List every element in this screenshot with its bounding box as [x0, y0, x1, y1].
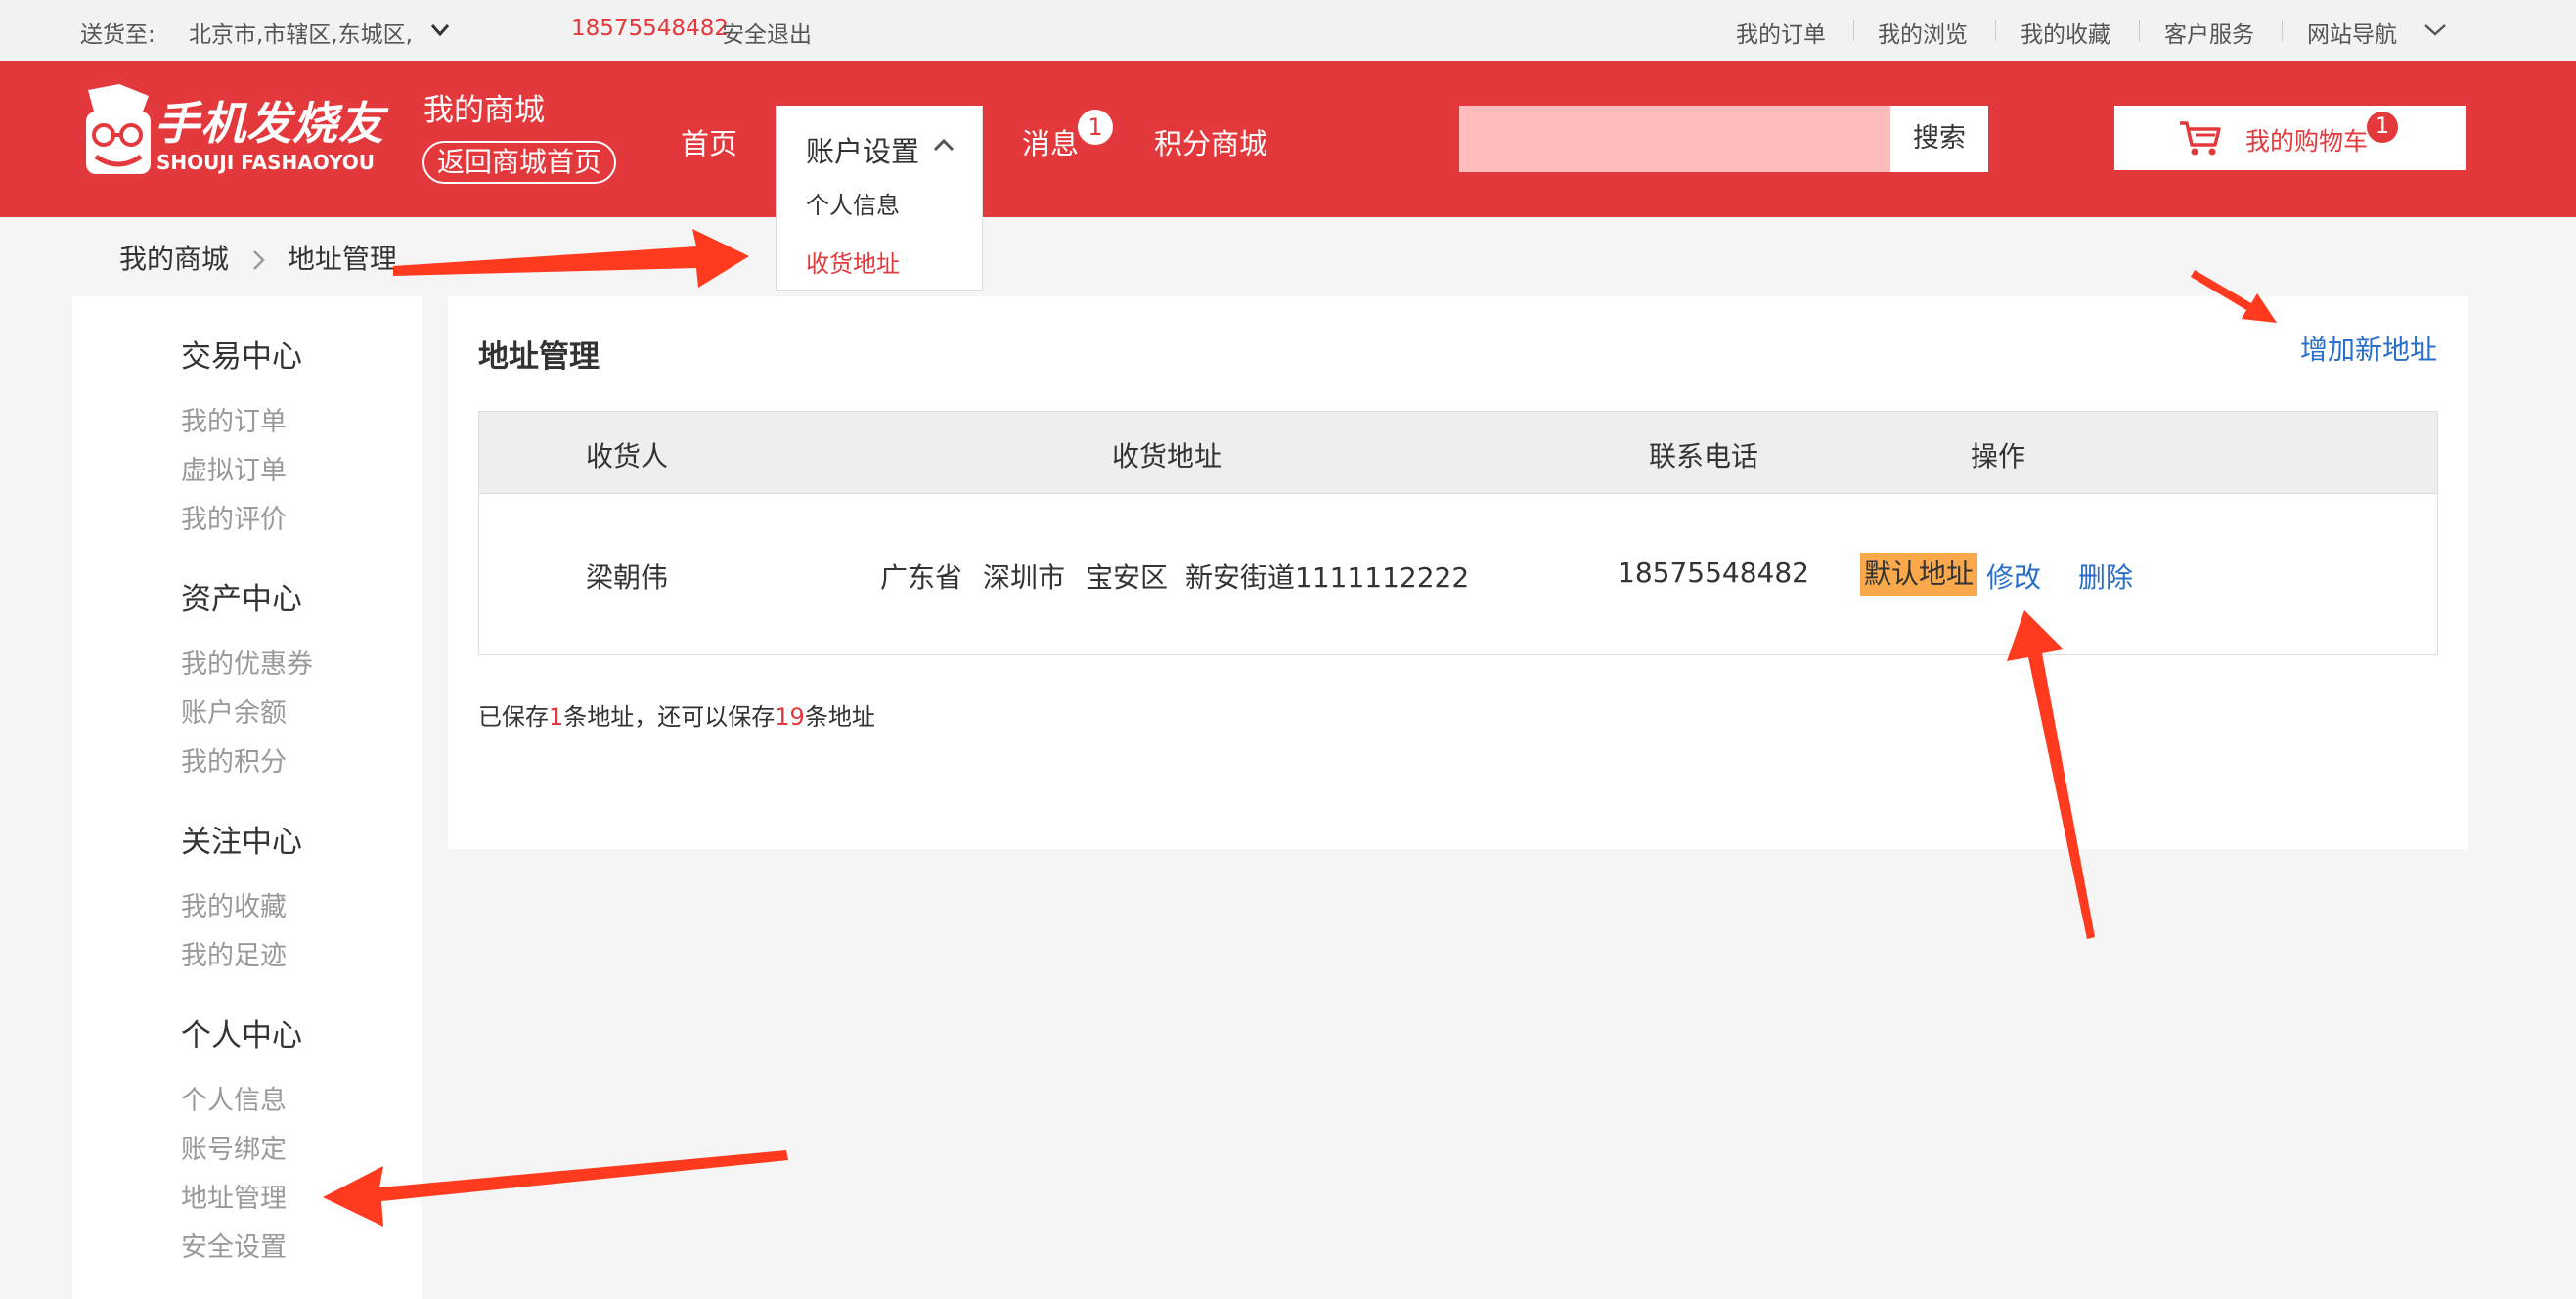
column-header-actions: 操作 [1971, 440, 2026, 472]
divider [1995, 20, 1996, 41]
header: 手机发烧友 SHOUJI FASHAOYOU 我的商城 返回商城首页 首页 消息… [0, 61, 2576, 217]
sidebar: 交易中心 我的订单 虚拟订单 我的评价 资产中心 我的优惠券 账户余额 我的积分… [72, 296, 422, 1299]
page-title: 地址管理 [478, 339, 600, 375]
default-address-badge: 默认地址 [1860, 553, 1978, 596]
add-address-link[interactable]: 增加新地址 [2300, 329, 2437, 368]
ship-to-location[interactable]: 北京市,市辖区,东城区, [189, 16, 413, 49]
sidebar-item-account-binding[interactable]: 账号绑定 [181, 1128, 287, 1166]
logout-link[interactable]: 安全退出 [722, 16, 812, 49]
edit-address-link[interactable]: 修改 [1986, 557, 2041, 596]
breadcrumb: 我的商城 地址管理 [119, 238, 397, 277]
column-header-phone: 联系电话 [1649, 440, 1759, 472]
cart-label: 我的购物车 [2245, 127, 2369, 156]
sidebar-item-favorites[interactable]: 我的收藏 [181, 885, 287, 923]
top-bar: 送货至: 北京市,市辖区,东城区, 18575548482 安全退出 我的订单 … [0, 0, 2576, 61]
breadcrumb-home[interactable]: 我的商城 [119, 243, 229, 275]
messages-badge: 1 [1078, 110, 1113, 145]
sidebar-item-footprints[interactable]: 我的足迹 [181, 934, 287, 972]
nav-home[interactable]: 首页 [681, 121, 737, 162]
divider [2139, 20, 2140, 41]
sidebar-item-my-reviews[interactable]: 我的评价 [181, 498, 287, 536]
recipient-name: 梁朝伟 [586, 561, 669, 594]
saved-count: 1 [549, 703, 564, 731]
nav-points-mall[interactable]: 积分商城 [1154, 121, 1267, 162]
annotation-arrow-icon [393, 229, 749, 288]
column-header-recipient: 收货人 [586, 440, 669, 472]
remaining-count: 19 [775, 703, 805, 731]
nav-messages[interactable]: 消息 [1022, 121, 1079, 162]
recipient-phone: 18575548482 [1618, 557, 1809, 589]
sidebar-item-points[interactable]: 我的积分 [181, 740, 287, 779]
mascot-logo-icon [86, 84, 151, 174]
chevron-right-icon [253, 250, 265, 270]
sidebar-section-assets: 资产中心 [181, 582, 302, 617]
dropdown-item-address[interactable]: 收货地址 [806, 245, 900, 279]
sidebar-item-profile[interactable]: 个人信息 [181, 1079, 287, 1117]
chevron-up-icon[interactable] [933, 138, 955, 152]
chevron-down-icon[interactable] [430, 23, 450, 37]
site-logo[interactable]: 手机发烧友 SHOUJI FASHAOYOU [80, 82, 383, 190]
account-settings-dropdown: 账户设置 个人信息 收货地址 [776, 106, 983, 291]
search-input[interactable] [1459, 106, 1890, 172]
toplink-orders[interactable]: 我的订单 [1736, 16, 1826, 49]
breadcrumb-current: 地址管理 [287, 243, 397, 275]
sidebar-item-my-orders[interactable]: 我的订单 [181, 400, 287, 438]
nav-account-settings[interactable]: 账户设置 [806, 129, 919, 170]
toplink-customer-service[interactable]: 客户服务 [2164, 16, 2254, 49]
column-header-address: 收货地址 [1112, 440, 1222, 472]
chevron-down-icon[interactable] [2423, 23, 2447, 37]
cart-button[interactable]: 我的购物车 1 [2114, 106, 2466, 170]
mall-title: 我的商城 [423, 93, 545, 128]
logo-text-cn: 手机发烧友 [155, 97, 384, 150]
ship-to-label: 送货至: [80, 22, 155, 48]
sidebar-section-personal: 个人中心 [181, 1018, 302, 1053]
sidebar-item-address-management[interactable]: 地址管理 [181, 1177, 287, 1215]
address-street: 新安街道1111112222 [1185, 561, 1470, 594]
address-district: 宝安区 [1086, 561, 1169, 594]
divider [2282, 20, 2283, 41]
sidebar-section-follow: 关注中心 [181, 825, 302, 860]
logo-text-en: SHOUJI FASHAOYOU [156, 151, 375, 174]
summary-middle: 条地址，还可以保存 [563, 703, 776, 731]
toplink-favorites[interactable]: 我的收藏 [2021, 16, 2110, 49]
summary-prefix: 已保存 [478, 703, 549, 731]
address-city: 深圳市 [983, 561, 1066, 594]
sidebar-item-balance[interactable]: 账户余额 [181, 692, 287, 730]
summary-suffix: 条地址 [804, 703, 875, 731]
divider [1853, 20, 1854, 41]
cart-badge: 1 [2367, 112, 2398, 143]
address-province: 广东省 [880, 561, 963, 594]
address-count-summary: 已保存1条地址，还可以保存19条地址 [478, 697, 875, 732]
back-home-button[interactable]: 返回商城首页 [422, 141, 616, 184]
sidebar-item-virtual-orders[interactable]: 虚拟订单 [181, 449, 287, 487]
table-header [479, 412, 2437, 494]
user-phone[interactable]: 18575548482 [571, 16, 729, 41]
sidebar-item-coupons[interactable]: 我的优惠券 [181, 643, 313, 681]
dropdown-item-profile[interactable]: 个人信息 [806, 186, 900, 220]
sidebar-item-security[interactable]: 安全设置 [181, 1226, 287, 1264]
toplink-history[interactable]: 我的浏览 [1878, 16, 1968, 49]
sidebar-section-trade: 交易中心 [181, 339, 302, 375]
toplink-site-nav[interactable]: 网站导航 [2307, 16, 2397, 49]
shopping-cart-icon [2180, 121, 2221, 156]
search-button[interactable]: 搜索 [1890, 106, 1988, 172]
delete-address-link[interactable]: 删除 [2078, 557, 2133, 596]
